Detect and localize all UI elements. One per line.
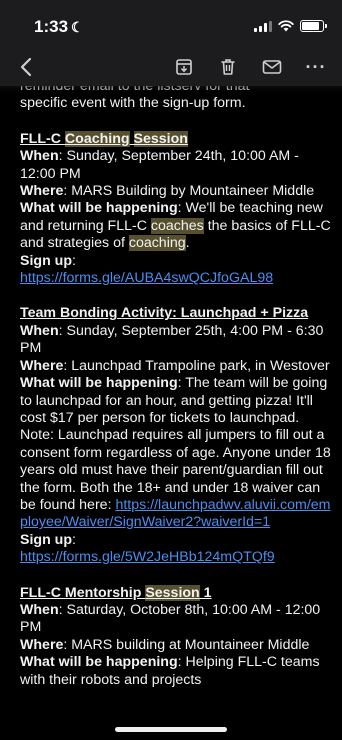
status-bar: 1:33 ☾ [0,0,342,46]
event-when: When: Sunday, September 25th, 4:00 PM - … [20,323,332,358]
field-value: : MARS building at Mountaineer Middle [63,636,310,653]
signup-link[interactable]: https://forms.gle/5W2JeHBb124mQTQf9 [20,549,275,565]
status-icons [254,20,327,32]
field-label: Sign up [20,531,73,548]
search-highlight: coaching [128,235,186,252]
field-label: What will be happening [20,200,178,217]
field-separator: : [72,252,76,269]
event-when: When: Saturday, October 8th, 10:00 AM - … [20,602,332,637]
event-signup: Sign up: https://forms.gle/5W2JeHBb124mQ… [20,532,332,567]
field-label: Where [20,357,64,374]
event-title: FLL-C Mentorship Session 1 [20,584,332,602]
event-where: Where: MARS building at Mountaineer Midd… [20,637,332,654]
search-highlight: Session [145,584,200,601]
field-label: What will be happening [20,654,178,671]
title-text: FLL-C Mentorship [20,584,146,601]
clock-time: 1:33 [34,17,69,36]
field-label: Where [20,183,64,200]
event-where: Where: MARS Building by Mountaineer Midd… [20,183,332,200]
archive-button[interactable] [172,56,196,78]
event-title: Team Bonding Activity: Launchpad + Pizza [20,305,309,322]
title-text: FLL-C [20,130,65,147]
event-when: When: Sunday, September 24th, 10:00 AM -… [20,148,332,183]
field-value: : Sunday, September 25th, 4:00 PM - 6:30… [20,322,324,357]
field-value: : Launchpad Trampoline park, in Westover [63,357,330,374]
more-button[interactable]: ··· [304,56,328,78]
field-value: : MARS Building by Mountaineer Middle [63,183,315,200]
event-mentorship-session: FLL-C Mentorship Session 1 When: Saturda… [20,584,332,689]
intro-text: specific event with the sign-up form. [20,95,246,112]
event-coaching-session: FLL-C Coaching Session When: Sunday, Sep… [20,130,332,288]
more-icon: ··· [305,57,327,77]
field-value: : Sunday, September 24th, 10:00 AM - 12:… [20,148,299,182]
field-value: : Saturday, October 8th, 10:00 AM - 12:0… [20,601,321,636]
field-label: When [20,601,59,618]
battery-icon [300,20,327,32]
field-label: What will be happening [20,375,178,392]
search-highlight: Coaching [64,130,130,147]
mail-toolbar: ··· [0,50,342,84]
move-to-folder-button[interactable] [260,56,284,78]
status-time: 1:33 ☾ [34,17,84,37]
moon-icon: ☾ [71,19,84,35]
field-label: When [20,148,59,165]
field-separator: : [72,531,76,548]
event-title: FLL-C Coaching Session [20,130,332,148]
chevron-left-icon [20,57,32,77]
home-indicator[interactable] [115,727,227,732]
top-bar: 1:33 ☾ ··· [0,0,342,86]
delete-button[interactable] [216,56,240,78]
field-label: Where [20,636,64,653]
back-button[interactable] [16,54,38,80]
toolbar-actions: ··· [172,56,328,78]
archive-icon [176,59,192,75]
wifi-icon [278,20,294,32]
event-what: What will be happening: We'll be teachin… [20,200,332,252]
title-text: 1 [199,584,212,601]
field-value: : The team will be going to launchpad fo… [20,375,331,513]
signup-link[interactable]: https://forms.gle/AUBA4swQCJfoGAL98 [20,270,273,286]
event-where: Where: Launchpad Trampoline park, in Wes… [20,358,332,375]
event-what: What will be happening: The team will be… [20,375,332,532]
event-signup: Sign up: https://forms.gle/AUBA4swQCJfoG… [20,253,332,288]
event-team-bonding: Team Bonding Activity: Launchpad + Pizza… [20,305,332,566]
signal-icon [254,20,272,32]
field-value: . [185,235,190,252]
field-label: Sign up [20,252,73,269]
trash-icon [221,59,235,75]
mail-icon [262,60,282,74]
search-highlight: coaches [150,217,204,234]
email-body[interactable]: reminder email to the listserv for that … [20,78,332,689]
field-label: When [20,322,59,339]
event-what: What will be happening: Helping FLL-C te… [20,654,332,689]
title-text [130,131,134,147]
search-highlight: Session [133,130,188,147]
